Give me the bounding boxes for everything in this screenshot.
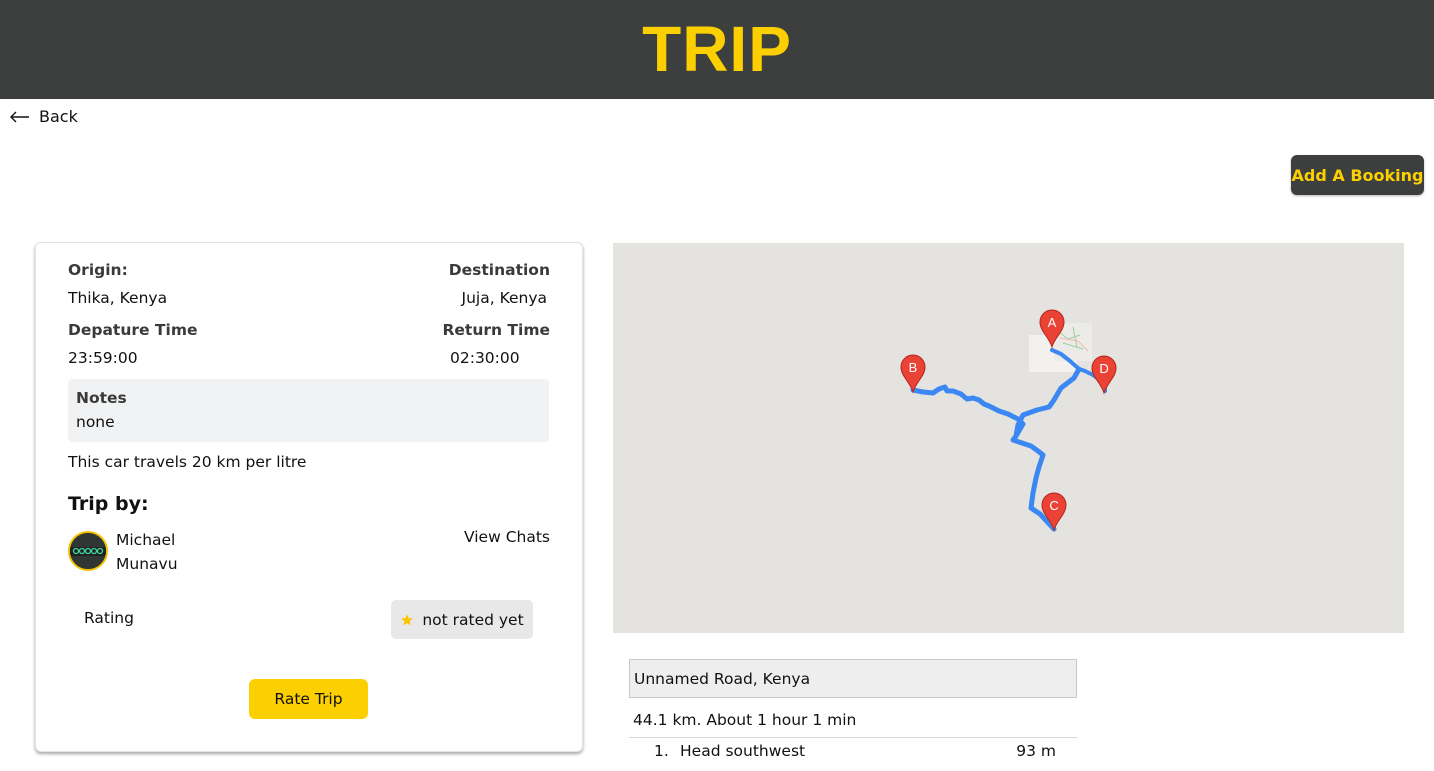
rating-value: not rated yet [422,610,524,629]
step-distance: 93 m [1016,742,1056,760]
destination-label: Destination [448,261,550,279]
rating-badge: not rated yet [391,600,533,639]
rating-label: Rating [84,609,134,627]
route-path [910,384,1057,532]
add-booking-button[interactable]: Add A Booking [1291,155,1424,195]
notes-value: none [76,413,115,431]
map-marker-c[interactable]: C [1041,492,1067,532]
driver-name: Michael Munavu [116,531,178,573]
fuel-efficiency-text: This car travels 20 km per litre [68,453,307,471]
trip-by-heading: Trip by: [68,493,149,515]
notes-box: Notes none [68,379,549,442]
back-label: Back [39,107,78,126]
destination-value: Juja, Kenya [461,289,547,307]
view-chats-link[interactable]: View Chats [464,528,550,546]
route-summary: 44.1 km. About 1 hour 1 min [633,711,857,729]
origin-label: Origin: [68,261,128,279]
map-marker-d[interactable]: D [1091,355,1117,395]
return-label: Return Time [442,321,550,339]
star-icon [401,613,414,625]
back-link[interactable]: Back [10,107,78,126]
avatar [68,531,108,571]
return-value: 02:30:00 [450,349,520,367]
step-instruction: Head southwest [680,742,806,760]
route-path-branch [1013,366,1082,439]
departure-label: Depature Time [68,321,198,339]
route-divider [629,737,1077,738]
origin-value: Thika, Kenya [68,289,168,307]
route-start-address[interactable]: Unnamed Road, Kenya [629,659,1077,698]
marker-d-label: D [1099,361,1108,376]
departure-value: 23:59:00 [68,349,138,367]
notes-label: Notes [76,389,127,407]
trip-details-card: Origin: Thika, Kenya Destination Juja, K… [35,242,583,752]
marker-a-label: A [1048,315,1057,330]
map-canvas: A B C D [900,309,1117,532]
page-title: TRIP [642,13,792,85]
arrow-left-icon [10,111,29,122]
step-number: 1. [654,742,669,760]
marker-b-label: B [909,360,918,375]
route-map[interactable]: A B C D [613,243,1404,633]
marker-c-label: C [1049,498,1058,513]
map-marker-b[interactable]: B [900,354,926,394]
direction-step[interactable]: 1. Head southwest 93 m [629,742,1077,766]
app-header: TRIP [0,0,1434,99]
rate-trip-button[interactable]: Rate Trip [249,679,368,719]
